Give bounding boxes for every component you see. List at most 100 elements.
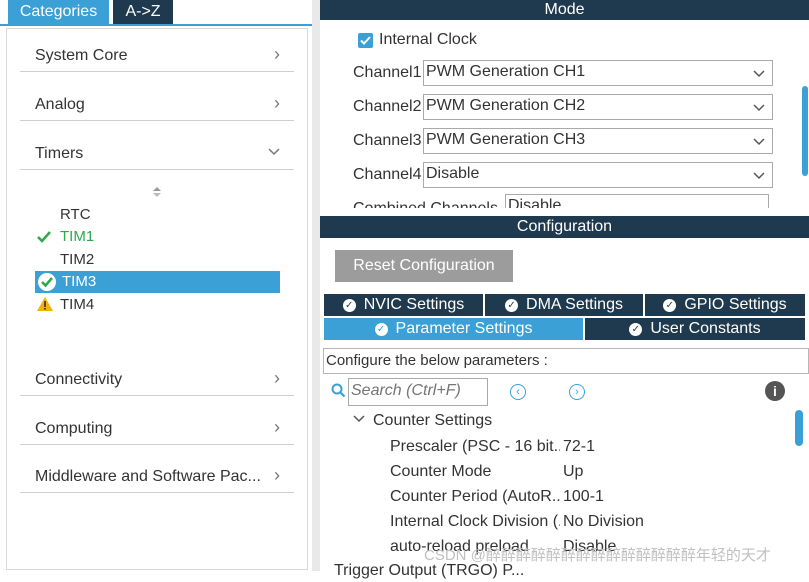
tab-label: GPIO Settings — [684, 296, 787, 313]
category-timers[interactable]: Timers — [20, 139, 294, 170]
param-key: Prescaler (PSC - 16 bit... — [390, 438, 560, 455]
next-match-icon[interactable]: › — [569, 384, 585, 400]
tab-label: NVIC Settings — [363, 296, 465, 313]
reset-configuration-button[interactable]: Reset Configuration — [335, 250, 513, 282]
check-circle-icon: ✓ — [663, 299, 677, 312]
category-label: Connectivity — [35, 371, 123, 388]
param-value[interactable]: 100-1 — [563, 486, 604, 508]
combined-channels-label: Combined Channels — [353, 196, 498, 208]
category-label: Timers — [35, 145, 84, 162]
timer-label: TIM3 — [62, 273, 97, 290]
timer-label: TIM4 — [60, 296, 95, 313]
param-value[interactable]: 72-1 — [563, 436, 595, 458]
section-label: Counter Settings — [373, 412, 493, 429]
tab-categories[interactable]: Categories — [8, 0, 109, 24]
select-value: PWM Generation CH3 — [426, 131, 586, 148]
param-value[interactable]: Up — [563, 461, 583, 483]
category-label: Middleware and Software Pac... — [35, 468, 261, 485]
category-middleware[interactable]: Middleware and Software Pac... › — [20, 462, 294, 493]
mode-panel: Internal Clock Channel1 PWM Generation C… — [320, 20, 809, 208]
param-key: Internal Clock Division (... — [390, 513, 560, 530]
chevron-right-icon: › — [274, 93, 280, 113]
mode-header: Mode — [320, 0, 809, 20]
banner-text: Configure the below parameters : — [326, 352, 548, 369]
param-key: Counter Mode — [390, 463, 492, 480]
select-value: Disable — [508, 197, 562, 208]
internal-clock-label: Internal Clock — [379, 31, 477, 48]
timer-label: RTC — [60, 206, 91, 223]
tab-nvic-settings[interactable]: ✓ NVIC Settings — [324, 294, 483, 316]
check-circle-icon: ✓ — [374, 323, 388, 336]
tab-gpio-settings[interactable]: ✓ GPIO Settings — [645, 294, 805, 316]
checkmark-icon — [360, 36, 371, 45]
category-system-core[interactable]: System Core › — [20, 41, 294, 72]
params-scrollbar[interactable] — [795, 410, 803, 446]
category-computing[interactable]: Computing › — [20, 414, 294, 445]
channel2-select[interactable]: PWM Generation CH2 — [423, 94, 773, 120]
timer-item-tim3[interactable]: TIM3 — [35, 271, 280, 293]
timer-item-tim2[interactable]: TIM2 — [60, 249, 94, 271]
chevron-down-icon — [268, 141, 280, 162]
tab-label: User Constants — [650, 320, 761, 337]
timer-label: TIM1 — [60, 228, 95, 245]
warning-icon — [36, 296, 54, 319]
param-key: Counter Period (AutoR... — [390, 488, 560, 505]
check-circle-icon: ✓ — [505, 299, 519, 312]
pane-splitter[interactable] — [312, 0, 320, 571]
tab-label: DMA Settings — [526, 296, 623, 313]
internal-clock-checkbox[interactable] — [358, 33, 373, 48]
chevron-down-icon — [752, 96, 766, 121]
channel4-label: Channel4 — [353, 166, 422, 183]
channel1-select[interactable]: PWM Generation CH1 — [423, 60, 773, 86]
chevron-right-icon: › — [274, 44, 280, 64]
tab-dma-settings[interactable]: ✓ DMA Settings — [485, 294, 643, 316]
category-label: Analog — [35, 96, 85, 113]
combined-channels-select[interactable]: Disable — [505, 194, 769, 208]
chevron-right-icon: › — [274, 368, 280, 388]
category-connectivity[interactable]: Connectivity › — [20, 365, 294, 396]
category-label: Computing — [35, 420, 113, 437]
timer-item-rtc[interactable]: RTC — [60, 204, 91, 226]
search-icon — [331, 383, 346, 403]
channel3-select[interactable]: PWM Generation CH3 — [423, 128, 773, 154]
timer-item-tim1[interactable]: TIM1 — [37, 226, 95, 248]
timer-item-tim4[interactable]: TIM4 — [37, 294, 95, 316]
category-label: System Core — [35, 47, 128, 64]
channel4-select[interactable]: Disable — [423, 162, 773, 188]
counter-settings-section[interactable]: Counter Settings — [353, 412, 492, 430]
category-analog[interactable]: Analog › — [20, 90, 294, 121]
watermark-text: CSDN @醉醉醉醉醉醉醉醉醉醉醉醉醉醉年轻的天才 — [424, 547, 771, 564]
chevron-down-icon — [752, 164, 766, 189]
chevron-right-icon: › — [274, 417, 280, 437]
channel1-label: Channel1 — [353, 64, 422, 81]
chevron-down-icon — [752, 62, 766, 87]
configure-banner: Configure the below parameters : — [323, 348, 809, 374]
timer-label: TIM2 — [60, 251, 95, 268]
param-value[interactable]: No Division — [563, 511, 644, 533]
tab-a-z[interactable]: A->Z — [113, 0, 173, 24]
search-input[interactable] — [351, 381, 483, 401]
chevron-down-icon — [752, 130, 766, 155]
left-tabbar: Categories A->Z — [0, 0, 312, 26]
configuration-header: Configuration — [320, 216, 809, 238]
checkmark-icon — [36, 226, 52, 252]
right-pane: Mode Internal Clock Channel1 PWM Generat… — [320, 0, 809, 579]
mode-scrollbar[interactable] — [802, 86, 808, 176]
channel3-label: Channel3 — [353, 132, 422, 149]
sort-icon[interactable] — [150, 185, 164, 199]
info-icon[interactable]: i — [765, 381, 785, 401]
tab-user-constants[interactable]: ✓ User Constants — [585, 318, 805, 340]
search-field[interactable] — [348, 378, 488, 406]
select-value: PWM Generation CH2 — [426, 97, 586, 114]
select-value: Disable — [426, 165, 480, 182]
channel2-label: Channel2 — [353, 98, 422, 115]
previous-match-icon[interactable]: ‹ — [510, 384, 526, 400]
chevron-down-icon — [353, 415, 365, 423]
chevron-right-icon: › — [274, 465, 280, 485]
check-circle-icon: ✓ — [342, 299, 356, 312]
left-pane: Categories A->Z System Core › Analog › T… — [0, 0, 312, 571]
tab-label: Parameter Settings — [395, 320, 533, 337]
check-circle-icon: ✓ — [629, 323, 643, 336]
tab-parameter-settings[interactable]: ✓ Parameter Settings — [324, 318, 583, 340]
check-circle-icon — [37, 272, 57, 299]
